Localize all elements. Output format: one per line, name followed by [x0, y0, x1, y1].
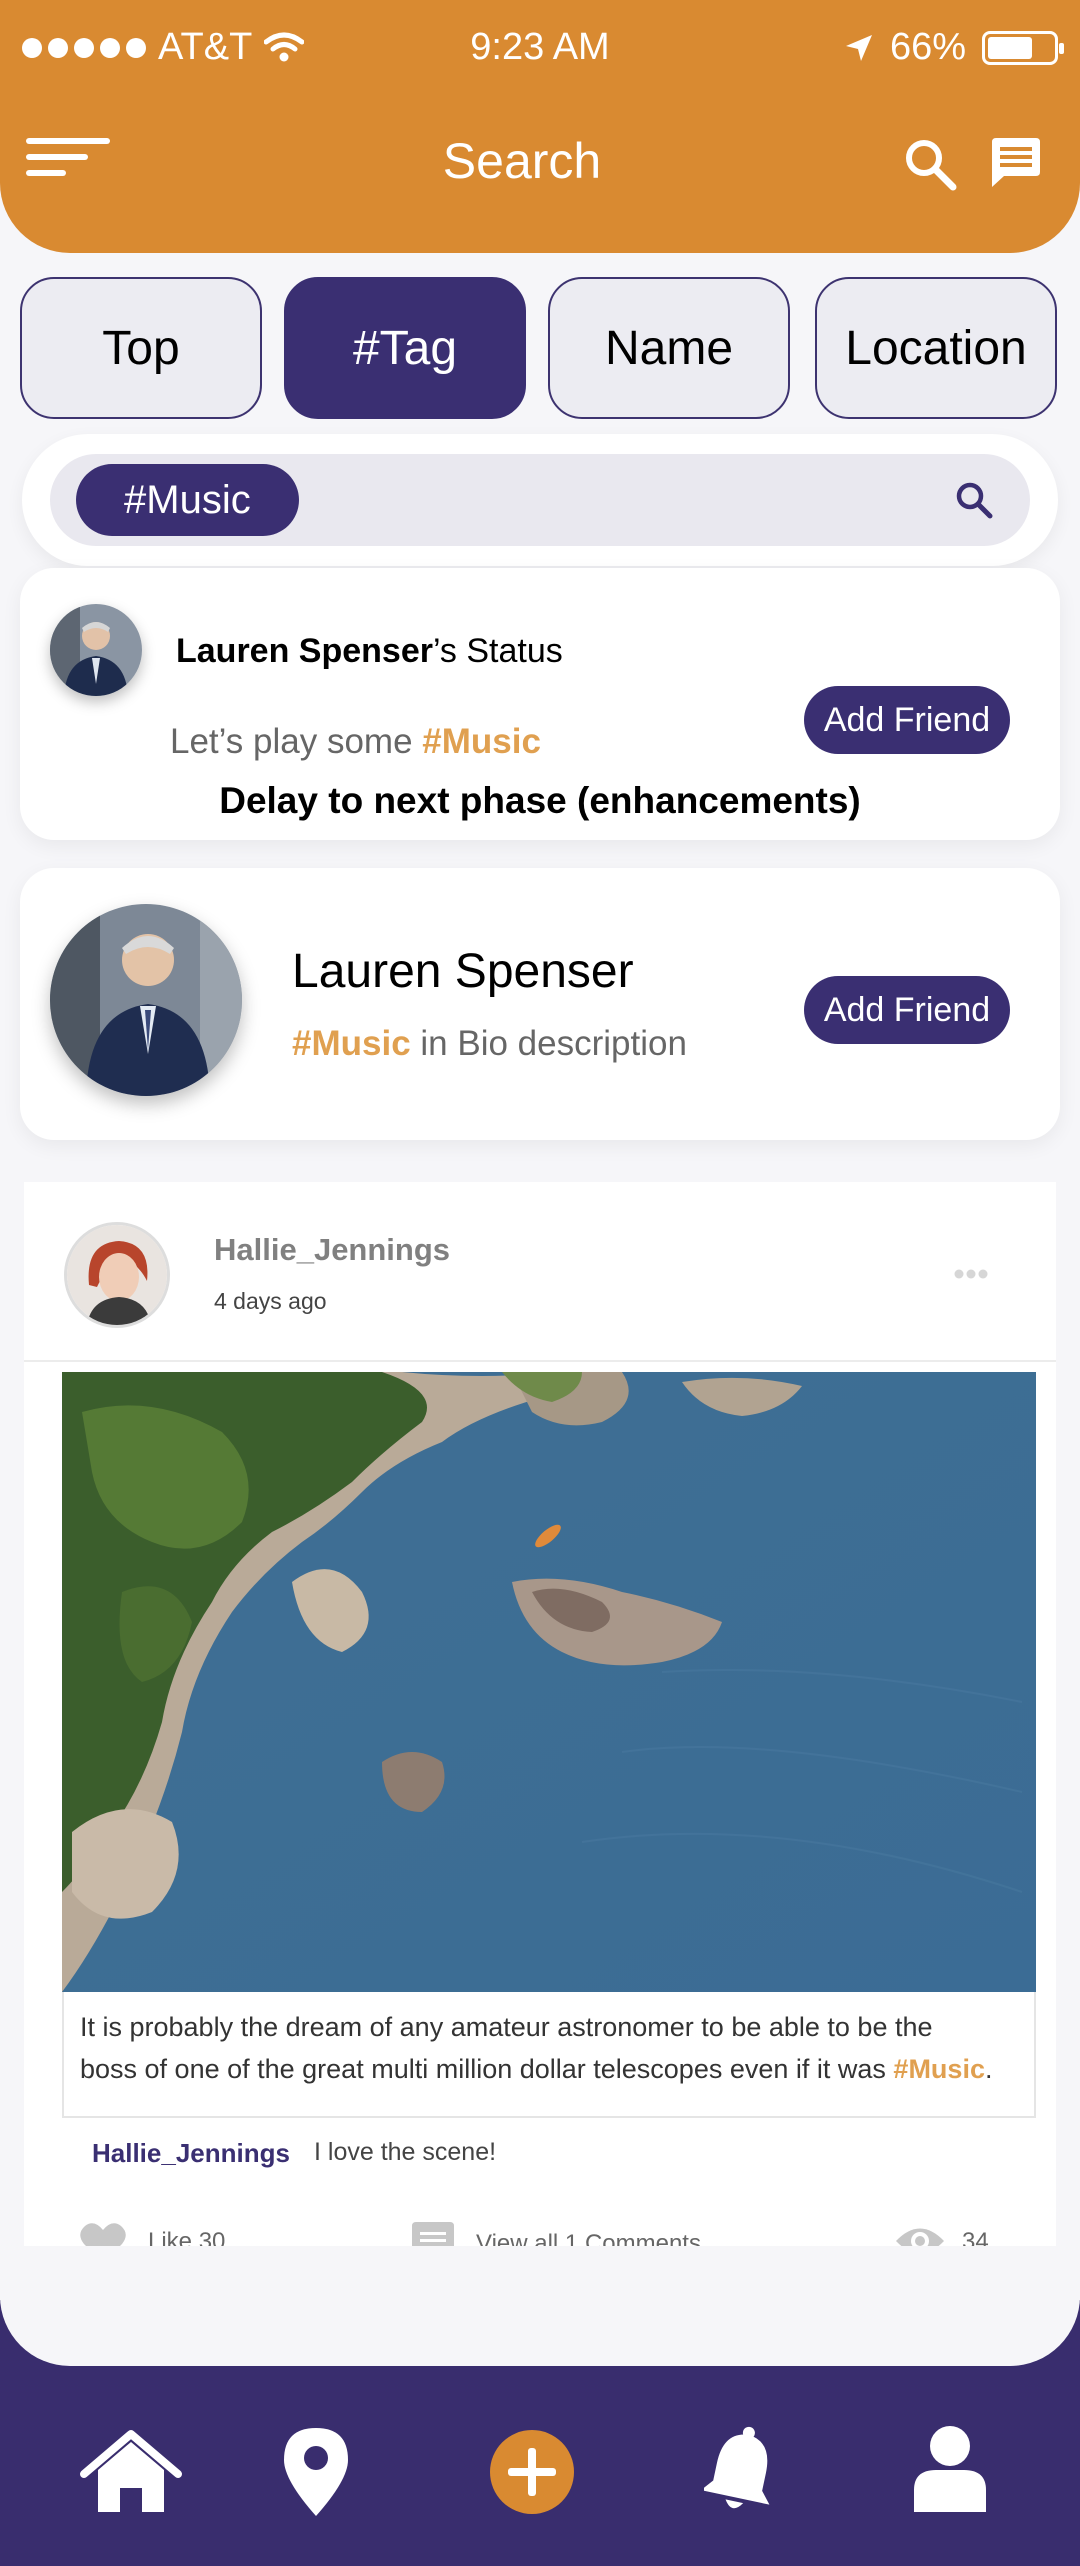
post-card: Hallie_Jennings 4 days ago It is probabl…: [24, 1182, 1056, 2306]
tab-location[interactable]: Location: [815, 277, 1057, 419]
search-icon[interactable]: [902, 136, 958, 192]
caption-line-1: It is probably the dream of any amateur …: [80, 2012, 933, 2042]
tab-tag[interactable]: #Tag: [284, 277, 526, 419]
search-icon[interactable]: [954, 480, 994, 520]
status-hashtag[interactable]: #Music: [422, 722, 541, 761]
status-heading: Lauren Spenser’s Status: [176, 632, 563, 671]
battery-icon: [982, 30, 1064, 65]
caption-hashtag[interactable]: #Music: [893, 2054, 985, 2084]
tab-top[interactable]: Top: [20, 277, 262, 419]
post-image[interactable]: [62, 1372, 1036, 1992]
status-text-prefix: Let’s play some: [170, 722, 423, 761]
bio-text: #Music in Bio description: [292, 1024, 687, 1064]
post-author[interactable]: Hallie_Jennings: [214, 1232, 450, 1268]
divider: [24, 1360, 1056, 1362]
hashtag-chip[interactable]: #Music: [76, 464, 299, 536]
avatar[interactable]: [64, 1222, 170, 1328]
page-title: Search: [442, 133, 602, 189]
add-friend-button[interactable]: Add Friend: [804, 686, 1010, 754]
chat-icon[interactable]: [990, 138, 1042, 188]
content-curve: [0, 2246, 1080, 2366]
avatar[interactable]: [50, 904, 242, 1096]
bio-result-card[interactable]: Lauren Spenser #Music in Bio description…: [20, 868, 1060, 1140]
status-text: Let’s play some #Music: [170, 722, 541, 762]
location-pin-icon[interactable]: [284, 2428, 348, 2516]
more-icon[interactable]: [954, 1268, 988, 1280]
tab-name[interactable]: Name: [548, 277, 790, 419]
bio-text-suffix: in Bio description: [410, 1024, 687, 1063]
location-arrow-icon: [845, 34, 872, 61]
status-result-card[interactable]: Lauren Spenser’s Status Let’s play some …: [20, 568, 1060, 840]
comment-author[interactable]: Hallie_Jennings: [92, 2138, 290, 2169]
add-friend-button[interactable]: Add Friend: [804, 976, 1010, 1044]
status-user-name[interactable]: Lauren Spenser: [176, 632, 433, 670]
avatar[interactable]: [50, 604, 142, 696]
comment-text: I love the scene!: [314, 2138, 497, 2166]
header: AT&T 9:23 AM 66% Search: [0, 0, 1080, 253]
status-suffix: ’s Status: [432, 632, 563, 670]
caption-line-2: boss of one of the great multi million d…: [80, 2048, 1018, 2090]
search-screen: AT&T 9:23 AM 66% Search Top #Tag Name Lo…: [0, 0, 1080, 2566]
post-time: 4 days ago: [214, 1288, 327, 1314]
bell-icon[interactable]: [704, 2424, 778, 2516]
bio-hashtag[interactable]: #Music: [292, 1024, 411, 1063]
add-icon[interactable]: [490, 2430, 574, 2514]
battery-percent: 66%: [889, 26, 966, 68]
bio-user-name[interactable]: Lauren Spenser: [292, 944, 634, 999]
caption-end: .: [984, 2054, 993, 2084]
search-input[interactable]: #Music: [50, 454, 1030, 546]
profile-icon[interactable]: [914, 2424, 986, 2512]
status-bar: AT&T 9:23 AM 66%: [0, 0, 1080, 96]
search-bar: #Music: [22, 434, 1058, 566]
caption-line-2-text: boss of one of the great multi million d…: [80, 2054, 894, 2084]
post-caption: It is probably the dream of any amateur …: [62, 1992, 1036, 2118]
phase-note: Delay to next phase (enhancements): [219, 780, 861, 821]
home-icon[interactable]: [80, 2430, 182, 2514]
